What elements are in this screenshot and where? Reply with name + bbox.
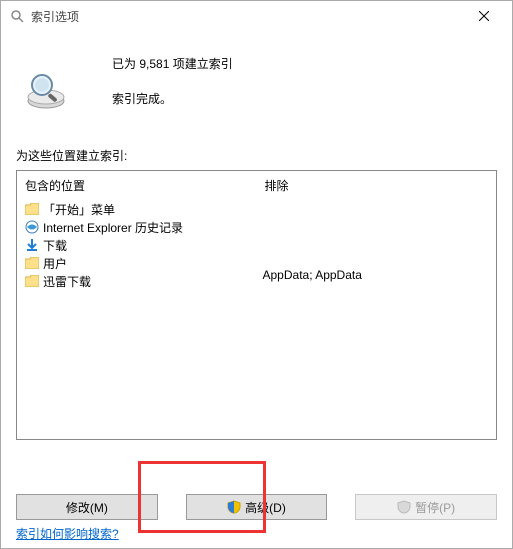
locations-label: 为这些位置建立索引: — [16, 147, 497, 164]
folder-icon — [25, 256, 39, 270]
list-item[interactable]: 迅雷下载 — [23, 272, 251, 290]
excluded-text: AppData; AppData — [263, 268, 491, 282]
list-item[interactable]: 「开始」菜单 — [23, 200, 251, 218]
list-item[interactable]: Internet Explorer 历史记录 — [23, 218, 251, 236]
indexed-count-text: 已为 9,581 项建立索引 — [112, 55, 497, 72]
list-item-label: 「开始」菜单 — [43, 201, 115, 218]
shield-icon — [227, 500, 241, 514]
modify-button[interactable]: 修改(M) — [16, 494, 158, 520]
excluded-header: 排除 — [263, 177, 491, 194]
button-label: 修改(M) — [66, 499, 108, 516]
locations-listbox[interactable]: 包含的位置 「开始」菜单 Internet Explorer 历史记录 — [16, 170, 497, 440]
list-item-label: 用户 — [43, 255, 67, 272]
window-title: 索引选项 — [31, 8, 464, 25]
button-label: 高级(D) — [245, 499, 286, 516]
button-label: 暂停(P) — [415, 499, 455, 516]
list-item-label: 迅雷下载 — [43, 273, 91, 290]
magnifier-drive-icon — [22, 67, 70, 115]
ie-icon — [25, 220, 39, 234]
help-link[interactable]: 索引如何影响搜索? — [16, 527, 119, 541]
folder-icon — [25, 274, 39, 288]
list-item[interactable]: 下载 — [23, 236, 251, 254]
list-item-label: Internet Explorer 历史记录 — [43, 219, 183, 236]
list-item[interactable]: 用户 — [23, 254, 251, 272]
advanced-button[interactable]: 高级(D) — [186, 494, 328, 520]
list-item-label: 下载 — [43, 237, 67, 254]
folder-icon — [25, 202, 39, 216]
pause-button: 暂停(P) — [355, 494, 497, 520]
indexing-status-text: 索引完成。 — [112, 90, 497, 107]
download-arrow-icon — [25, 238, 39, 252]
shield-icon — [397, 500, 411, 514]
close-button[interactable] — [464, 1, 504, 31]
included-header: 包含的位置 — [23, 177, 251, 194]
indexing-options-icon — [9, 8, 25, 24]
